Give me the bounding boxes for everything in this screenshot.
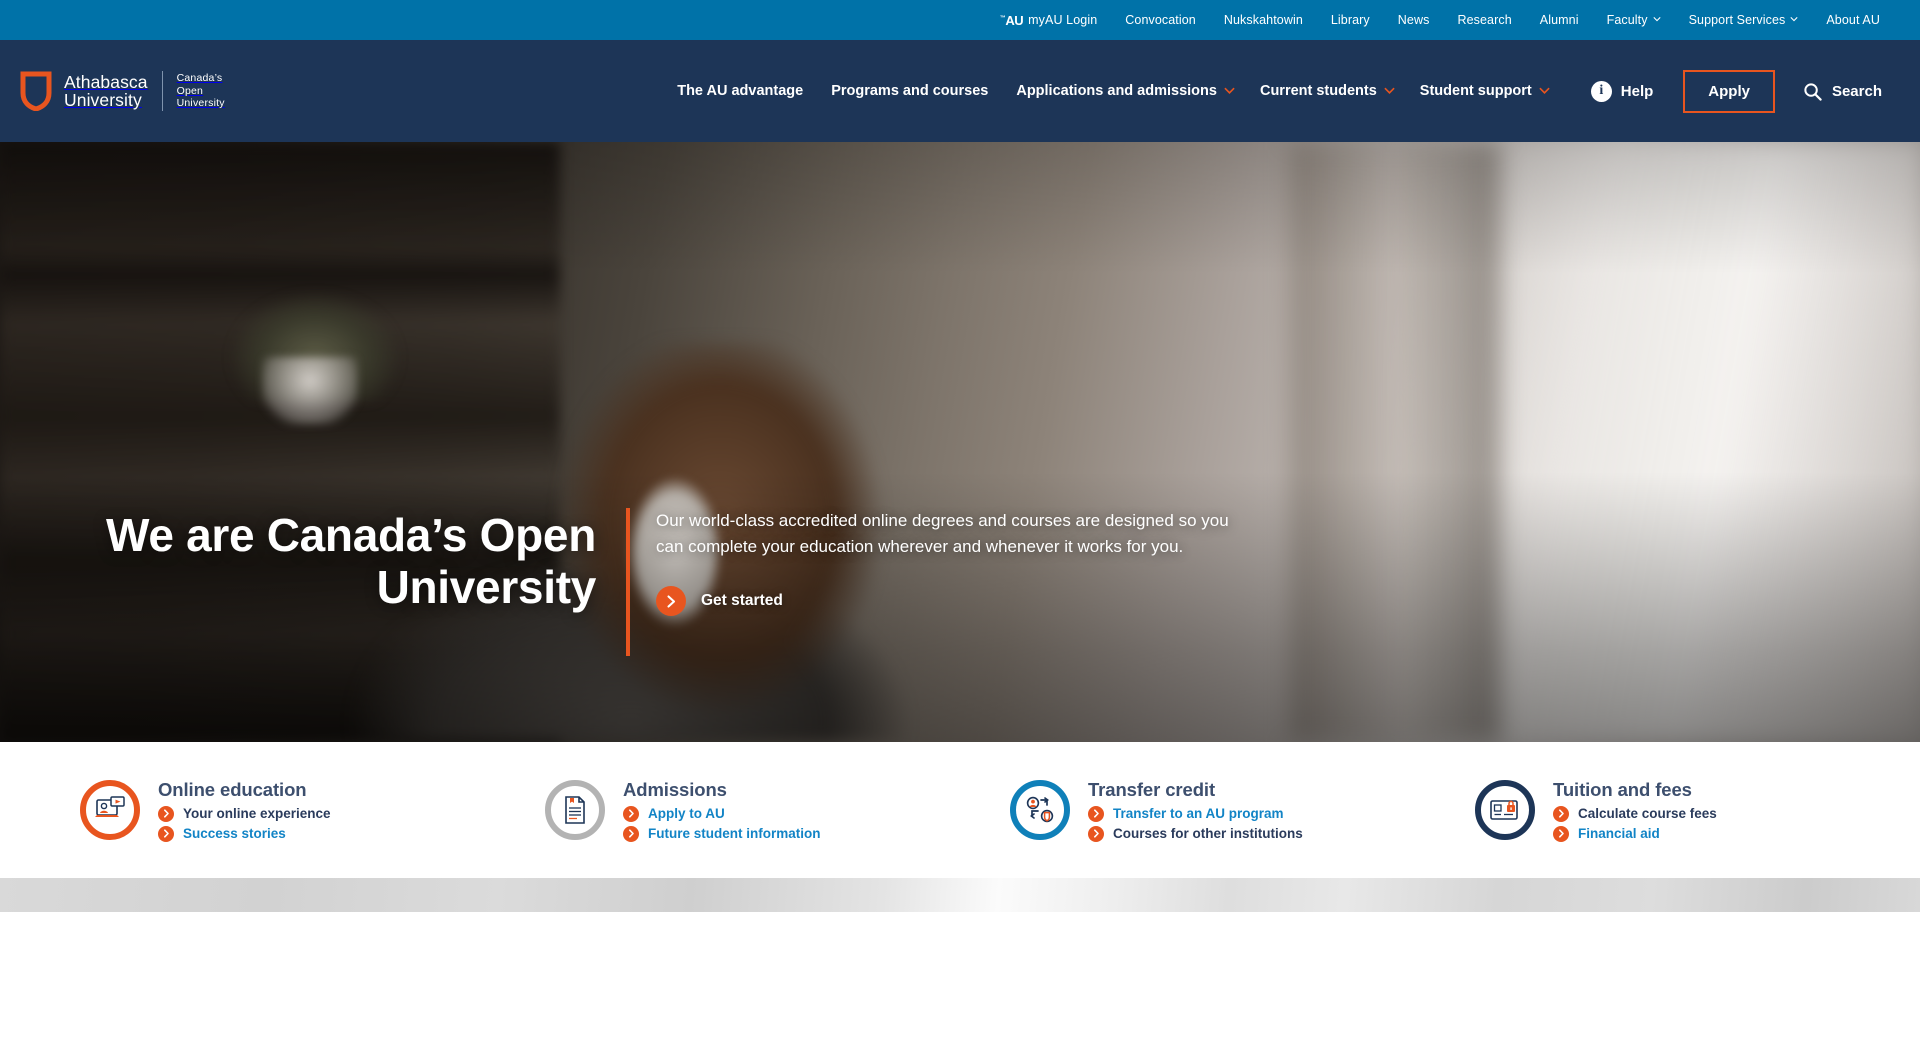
chevron-right-icon xyxy=(1088,805,1104,822)
primary-nav-links: The AU advantage Programs and courses Ap… xyxy=(663,83,1561,99)
logo-tagline-line2: Open xyxy=(176,84,204,97)
nav-right-actions: i Help Apply Search xyxy=(1561,69,1920,113)
nav-item-label: Current students xyxy=(1259,83,1377,99)
quick-link-card-transfer-credit: Transfer credit Transfer to an AU progra… xyxy=(960,779,1425,842)
chevron-right-icon xyxy=(1553,805,1569,822)
apply-button[interactable]: Apply xyxy=(1683,69,1775,113)
logo-tagline-line3: University xyxy=(176,97,225,110)
card-link-courses-for-other-institutions[interactable]: Courses for other institutions xyxy=(1088,825,1303,842)
card-link-label: Transfer to an AU program xyxy=(1113,806,1284,821)
quick-link-card-tuition-and-fees: Tuition and fees Calculate course fees F… xyxy=(1425,779,1890,842)
card-link-label: Apply to AU xyxy=(648,806,725,821)
utility-item-library[interactable]: Library xyxy=(1317,13,1384,27)
laptop-video-icon xyxy=(80,780,140,840)
info-circle-icon: i xyxy=(1590,80,1612,102)
hero-paragraph: Our world-class accredited online degree… xyxy=(656,511,1229,556)
nav-item-label: Student support xyxy=(1419,83,1532,99)
utility-item-support-services[interactable]: Support Services xyxy=(1675,13,1813,27)
utility-item-label: myAU Login xyxy=(1028,13,1098,27)
chevron-right-icon xyxy=(158,825,174,842)
logo-name-line2: University xyxy=(64,90,142,110)
chevron-right-icon xyxy=(623,805,639,822)
search-label: Search xyxy=(1831,82,1882,100)
utility-item-label: Nukskahtowin xyxy=(1223,13,1303,27)
utility-item-label: Convocation xyxy=(1125,13,1196,27)
card-link-apply-to-au[interactable]: Apply to AU xyxy=(623,805,821,822)
document-icon xyxy=(545,780,605,840)
utility-item-label: About AU xyxy=(1826,13,1880,27)
nav-item-student-support[interactable]: Student support xyxy=(1406,83,1561,99)
search-icon xyxy=(1803,82,1822,101)
logo-name-line1: Athabasca xyxy=(64,72,148,92)
logo-divider xyxy=(161,71,163,111)
chevron-right-icon xyxy=(1088,825,1104,842)
card-title: Online education xyxy=(158,778,307,800)
utility-bar: ™AU myAU Login Convocation Nukskahtowin … xyxy=(0,0,1920,40)
utility-item-research[interactable]: Research xyxy=(1443,13,1525,27)
hero-banner: We are Canada’s Open University Our worl… xyxy=(0,142,1920,742)
card-link-label: Courses for other institutions xyxy=(1113,826,1303,841)
utility-item-alumni[interactable]: Alumni xyxy=(1526,13,1593,27)
card-link-financial-aid[interactable]: Financial aid xyxy=(1553,825,1717,842)
nav-item-label: Programs and courses xyxy=(831,83,989,99)
help-button[interactable]: i Help xyxy=(1575,80,1670,102)
utility-item-label: Faculty xyxy=(1606,13,1648,27)
nav-item-programs-and-courses[interactable]: Programs and courses xyxy=(817,83,1002,99)
nav-item-current-students[interactable]: Current students xyxy=(1246,83,1406,99)
quick-link-card-admissions: Admissions Apply to AU Future student in… xyxy=(495,779,960,842)
chevron-right-icon xyxy=(1553,825,1569,842)
utility-item-label: News xyxy=(1397,13,1430,27)
utility-item-nukskahtowin[interactable]: Nukskahtowin xyxy=(1210,13,1317,27)
card-link-label: Success stories xyxy=(183,826,286,841)
card-link-calculate-course-fees[interactable]: Calculate course fees xyxy=(1553,805,1717,822)
utility-item-myau-login[interactable]: ™AU myAU Login xyxy=(986,13,1111,28)
chevron-down-icon xyxy=(1539,86,1550,94)
get-started-label: Get started xyxy=(701,592,783,609)
card-link-label: Future student information xyxy=(648,826,821,841)
card-link-label: Your online experience xyxy=(183,806,331,821)
utility-item-label: Research xyxy=(1457,13,1512,27)
id-card-lock-icon xyxy=(1475,780,1535,840)
transfer-icon xyxy=(1010,780,1070,840)
chevron-down-icon xyxy=(1652,15,1661,23)
card-link-transfer-to-an-au-program[interactable]: Transfer to an AU program xyxy=(1088,805,1303,822)
au-mark-icon: ™AU xyxy=(999,12,1024,28)
card-title: Transfer credit xyxy=(1088,778,1216,800)
utility-item-faculty[interactable]: Faculty xyxy=(1593,13,1675,27)
shield-icon xyxy=(20,71,52,112)
logo-tagline-line1: Canada’s xyxy=(176,72,223,85)
quick-links-strip: Online education Your online experience … xyxy=(0,742,1920,878)
chevron-right-icon xyxy=(158,805,174,822)
chevron-down-icon xyxy=(1224,86,1235,94)
card-title: Admissions xyxy=(623,778,727,800)
nav-item-applications-and-admissions[interactable]: Applications and admissions xyxy=(1002,83,1246,99)
utility-item-convocation[interactable]: Convocation xyxy=(1111,13,1210,27)
site-logo[interactable]: Athabasca University Canada’s Open Unive… xyxy=(0,71,225,112)
next-section-image xyxy=(0,878,1920,912)
utility-item-about-au[interactable]: About AU xyxy=(1812,13,1894,27)
card-link-your-online-experience[interactable]: Your online experience xyxy=(158,805,331,822)
utility-item-label: Library xyxy=(1330,13,1370,27)
card-link-label: Calculate course fees xyxy=(1578,806,1717,821)
utility-item-news[interactable]: News xyxy=(1384,13,1444,27)
chevron-down-icon xyxy=(1790,15,1798,23)
utility-item-label: Support Services xyxy=(1688,13,1786,27)
chevron-right-icon xyxy=(623,825,639,842)
card-link-success-stories[interactable]: Success stories xyxy=(158,825,331,842)
card-title: Tuition and fees xyxy=(1553,778,1692,800)
hero-heading: We are Canada’s Open University xyxy=(106,509,596,613)
card-link-label: Financial aid xyxy=(1578,826,1660,841)
help-label: Help xyxy=(1620,82,1654,100)
nav-item-the-au-advantage[interactable]: The AU advantage xyxy=(663,83,817,99)
utility-item-label: Alumni xyxy=(1539,13,1579,27)
nav-item-label: Applications and admissions xyxy=(1016,83,1217,99)
get-started-button[interactable]: Get started xyxy=(656,586,783,616)
chevron-right-icon xyxy=(656,586,686,616)
search-button[interactable]: Search xyxy=(1789,82,1896,101)
card-link-future-student-information[interactable]: Future student information xyxy=(623,825,821,842)
nav-item-label: The AU advantage xyxy=(677,83,804,99)
chevron-down-icon xyxy=(1384,86,1395,94)
main-navigation: Athabasca University Canada’s Open Unive… xyxy=(0,40,1920,142)
quick-link-card-online-education: Online education Your online experience … xyxy=(30,779,495,842)
